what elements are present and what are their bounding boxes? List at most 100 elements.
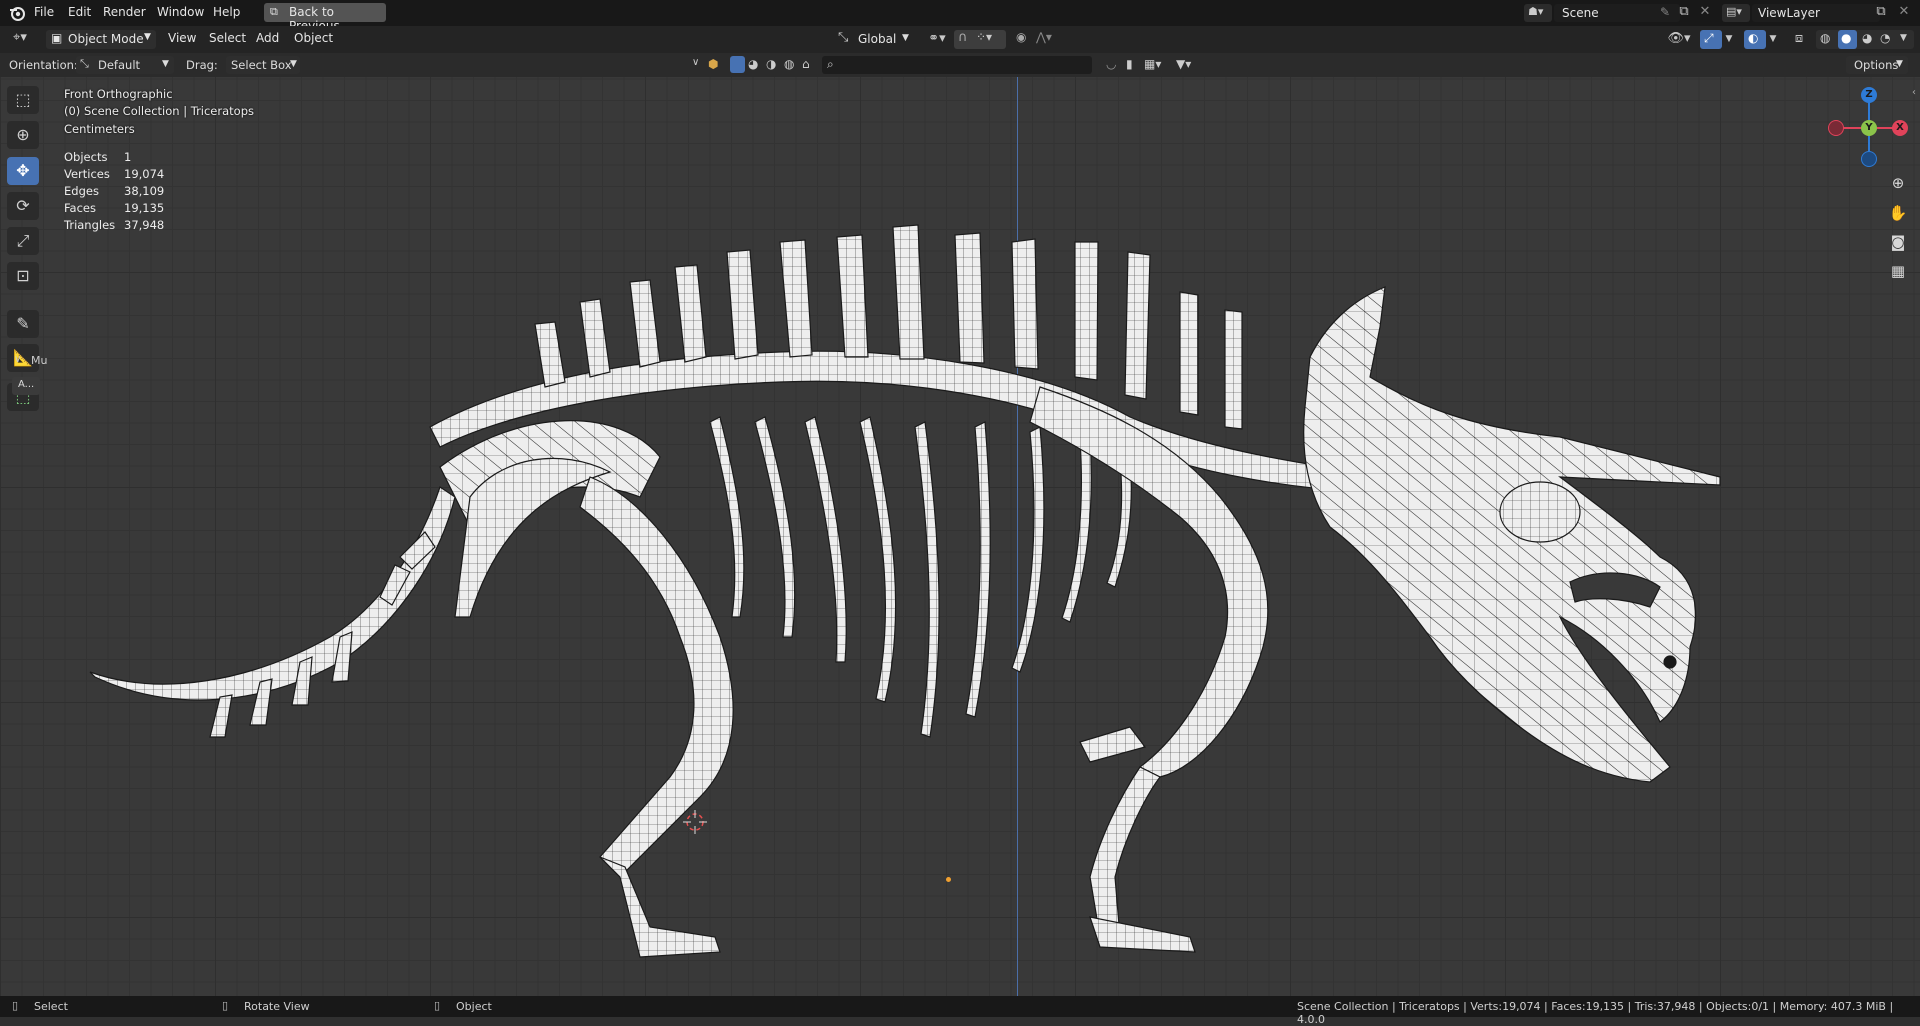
pin-icon[interactable]: ✎: [1660, 5, 1670, 19]
wireframe-shading-icon[interactable]: ◍: [1820, 31, 1830, 45]
gizmo-dropdown-icon[interactable]: ▼: [1722, 29, 1736, 49]
display-mode-icon[interactable]: ▦▾: [1144, 57, 1161, 71]
gizmo-neg-z-axis[interactable]: [1861, 151, 1877, 167]
cube-filter-icon[interactable]: ⬢: [708, 57, 718, 71]
mouse-middle-icon: ▯: [222, 999, 229, 1012]
menu-file[interactable]: File: [34, 5, 54, 19]
gizmo-x-axis[interactable]: X: [1892, 120, 1908, 136]
selectable-filter-button[interactable]: [730, 56, 745, 73]
rotate-tool[interactable]: ⟳: [7, 192, 39, 220]
drag-dropdown[interactable]: Select Box ▼: [226, 56, 300, 74]
menu-add[interactable]: Add: [256, 31, 279, 45]
scene-name-field[interactable]: Scene ✎: [1554, 4, 1680, 22]
select-box-tool[interactable]: ⬚: [7, 86, 39, 114]
cursor-icon: ⊕: [16, 125, 30, 144]
material-shading-icon[interactable]: ◕: [1862, 31, 1872, 45]
world-filter-icon[interactable]: ◍: [784, 57, 794, 71]
scale-tool[interactable]: ⤢: [7, 227, 39, 255]
xray-icon[interactable]: ⧈: [1788, 29, 1810, 49]
snap-toggle[interactable]: ∩ ⁘▾: [954, 30, 1006, 49]
3d-cursor-icon[interactable]: [683, 810, 707, 834]
stat-label-objects: Objects: [64, 150, 108, 164]
viewlayer-browse-button[interactable]: ▤▾: [1722, 4, 1750, 22]
grid-icon: ▦: [1890, 262, 1906, 280]
blender-logo-icon[interactable]: [8, 4, 26, 22]
navigation-gizmo[interactable]: Z Y X: [1828, 87, 1908, 167]
search-icon: ⌕: [827, 57, 834, 71]
overlay-dropdown-icon[interactable]: ▼: [1766, 29, 1780, 49]
delete-viewlayer-icon[interactable]: ✕: [1894, 2, 1914, 22]
proportional-edit-toggle[interactable]: ◉ ⋀▾: [1012, 30, 1064, 49]
transform-icon: ⊡: [16, 266, 30, 285]
transform-tool[interactable]: ⊡: [7, 262, 39, 290]
menu-select[interactable]: Select: [209, 31, 246, 45]
menu-edit[interactable]: Edit: [68, 5, 91, 19]
status-bar: ▯ Select ▯ Rotate View ▯ Object Scene Co…: [0, 996, 1920, 1026]
snap-icon: ∩: [958, 30, 968, 45]
collapsed-panel-label[interactable]: Mu: [31, 354, 47, 367]
overlay-toggle[interactable]: ◐: [1744, 30, 1766, 49]
transform-orientation-dropdown[interactable]: ⤡ Global ▼: [836, 30, 914, 49]
gizmo-neg-x-axis[interactable]: [1828, 120, 1844, 136]
viewlayer-name-field[interactable]: ViewLayer: [1752, 4, 1880, 22]
annotate-icon: ✎: [16, 314, 30, 333]
perspective-toggle[interactable]: ▦: [1884, 257, 1912, 285]
material-filter-icon[interactable]: ◑: [766, 57, 776, 71]
editor-type-icon: ⌖▾: [13, 30, 27, 45]
back-to-previous-button[interactable]: ⧉ Back to Previous: [264, 3, 386, 33]
new-viewlayer-icon[interactable]: ⧉: [1871, 2, 1891, 22]
mode-selector[interactable]: ▣ Object Mode ▼: [46, 30, 156, 49]
sort-icon[interactable]: ◡: [1106, 57, 1116, 71]
pan-button[interactable]: ✋: [1884, 199, 1912, 227]
options-dropdown[interactable]: Options ▼: [1846, 56, 1908, 74]
menu-object[interactable]: Object: [294, 31, 333, 45]
annotate-tool[interactable]: ✎: [7, 310, 39, 338]
move-tool[interactable]: ✥: [7, 157, 39, 185]
orientation-dropdown[interactable]: ⤡ Default ▼: [76, 56, 174, 74]
gizmo-z-axis[interactable]: Z: [1861, 87, 1877, 103]
snap-target-icon: ⁘▾: [976, 30, 993, 44]
editor-type-button[interactable]: ⌖▾: [10, 30, 40, 49]
shading-dropdown-icon[interactable]: ▼: [1900, 33, 1907, 43]
gizmo-y-axis[interactable]: Y: [1861, 120, 1877, 136]
stat-label-faces: Faces: [64, 201, 96, 215]
solid-shading-button[interactable]: ●: [1838, 30, 1857, 49]
transform-orientation-icon: ⤡: [838, 30, 849, 45]
gizmo-y-label: Y: [1865, 122, 1873, 133]
chevron-down-icon: ▼: [1896, 59, 1903, 69]
rendered-shading-icon[interactable]: ◔: [1880, 31, 1890, 45]
menu-help[interactable]: Help: [213, 5, 240, 19]
menu-window[interactable]: Window: [157, 5, 204, 19]
cursor-tool[interactable]: ⊕: [7, 121, 39, 149]
zoom-button[interactable]: ⊕: [1884, 169, 1912, 197]
gizmo-x-label: X: [1896, 122, 1904, 133]
bookmark-icon[interactable]: ▮: [1126, 57, 1133, 71]
filter-icon[interactable]: ▼▾: [1176, 57, 1191, 71]
scene-browse-button[interactable]: ☗▾: [1524, 4, 1552, 22]
mesh-filter-icon[interactable]: ◕: [748, 57, 758, 71]
orientation-value: Default: [98, 58, 141, 72]
image-filter-icon[interactable]: ⌂: [802, 57, 810, 71]
camera-icon: ◙: [1890, 233, 1906, 251]
chevron-down-icon: ▼: [902, 33, 909, 43]
chevron-down-icon[interactable]: ∨: [14, 354, 21, 365]
sidebar-toggle-icon[interactable]: ‹: [1912, 87, 1916, 98]
select-box-icon: ⬚: [15, 90, 31, 109]
pivot-icon[interactable]: ⚭▾: [922, 29, 952, 49]
new-scene-icon[interactable]: ⧉: [1674, 2, 1694, 22]
search-input[interactable]: ⌕: [822, 56, 1092, 74]
small-action-button[interactable]: A...: [12, 377, 40, 395]
drag-label: Drag:: [186, 58, 218, 72]
triceratops-skeleton-model[interactable]: [0, 77, 1920, 996]
menu-render[interactable]: Render: [103, 5, 146, 19]
delete-scene-icon[interactable]: ✕: [1695, 2, 1715, 22]
object-origin: [946, 877, 951, 882]
camera-button[interactable]: ◙: [1884, 228, 1912, 256]
gizmo-toggle[interactable]: ⤢: [1700, 30, 1722, 49]
tool-settings-bar: Orientation: ⤡ Default ▼ Drag: Select Bo…: [0, 53, 1920, 77]
expand-icon[interactable]: ∨: [692, 57, 699, 68]
visibility-icon[interactable]: 👁▾: [1664, 29, 1694, 49]
units-label: Centimeters: [64, 122, 135, 136]
menu-view[interactable]: View: [168, 31, 196, 45]
3d-viewport[interactable]: Front Orthographic (0) Scene Collection …: [0, 77, 1920, 996]
